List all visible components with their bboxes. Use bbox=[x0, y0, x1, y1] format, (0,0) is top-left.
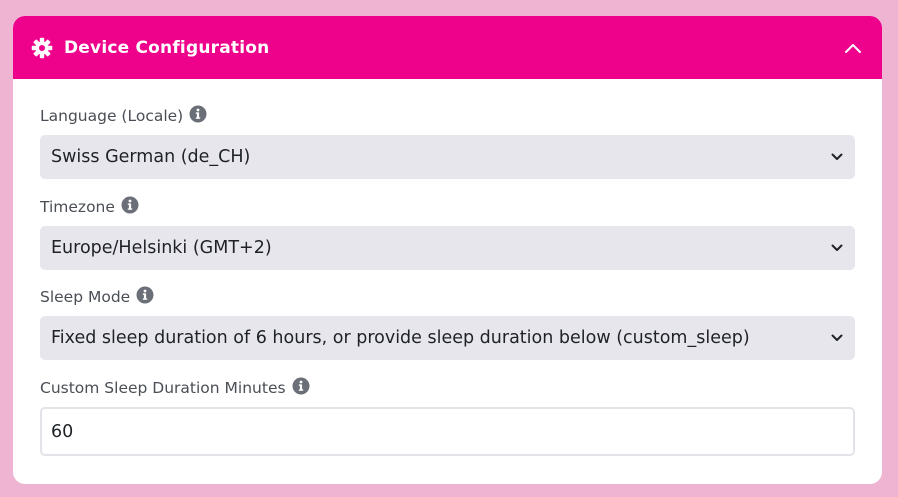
info-icon[interactable] bbox=[136, 286, 154, 304]
sleep-mode-label: Sleep Mode bbox=[40, 286, 154, 306]
info-icon[interactable] bbox=[292, 377, 310, 395]
sleep-mode-select[interactable]: Fixed sleep duration of 6 hours, or prov… bbox=[40, 316, 855, 360]
gear-icon bbox=[31, 37, 53, 59]
custom-sleep-label: Custom Sleep Duration Minutes bbox=[40, 377, 310, 397]
chevron-up-icon bbox=[845, 43, 861, 53]
chevron-down-icon bbox=[830, 331, 844, 345]
custom-sleep-label-text: Custom Sleep Duration Minutes bbox=[40, 379, 286, 397]
custom-sleep-duration-input[interactable] bbox=[40, 407, 855, 456]
language-label-text: Language (Locale) bbox=[40, 107, 184, 125]
collapse-button[interactable] bbox=[842, 37, 864, 59]
timezone-label: Timezone bbox=[40, 196, 139, 216]
timezone-select-value: Europe/Helsinki (GMT+2) bbox=[51, 238, 272, 258]
device-configuration-card: Device Configuration Language (Locale) S… bbox=[13, 16, 882, 484]
info-icon[interactable] bbox=[189, 105, 207, 123]
sleep-mode-select-value: Fixed sleep duration of 6 hours, or prov… bbox=[51, 328, 750, 348]
chevron-down-icon bbox=[830, 241, 844, 255]
info-icon[interactable] bbox=[121, 196, 139, 214]
card-title: Device Configuration bbox=[64, 37, 270, 58]
sleep-mode-label-text: Sleep Mode bbox=[40, 288, 131, 306]
timezone-select[interactable]: Europe/Helsinki (GMT+2) bbox=[40, 226, 855, 270]
language-select[interactable]: Swiss German (de_CH) bbox=[40, 135, 855, 179]
timezone-label-text: Timezone bbox=[40, 198, 115, 216]
card-header[interactable]: Device Configuration bbox=[13, 16, 882, 79]
language-select-value: Swiss German (de_CH) bbox=[51, 147, 251, 167]
chevron-down-icon bbox=[830, 150, 844, 164]
language-label: Language (Locale) bbox=[40, 105, 207, 125]
